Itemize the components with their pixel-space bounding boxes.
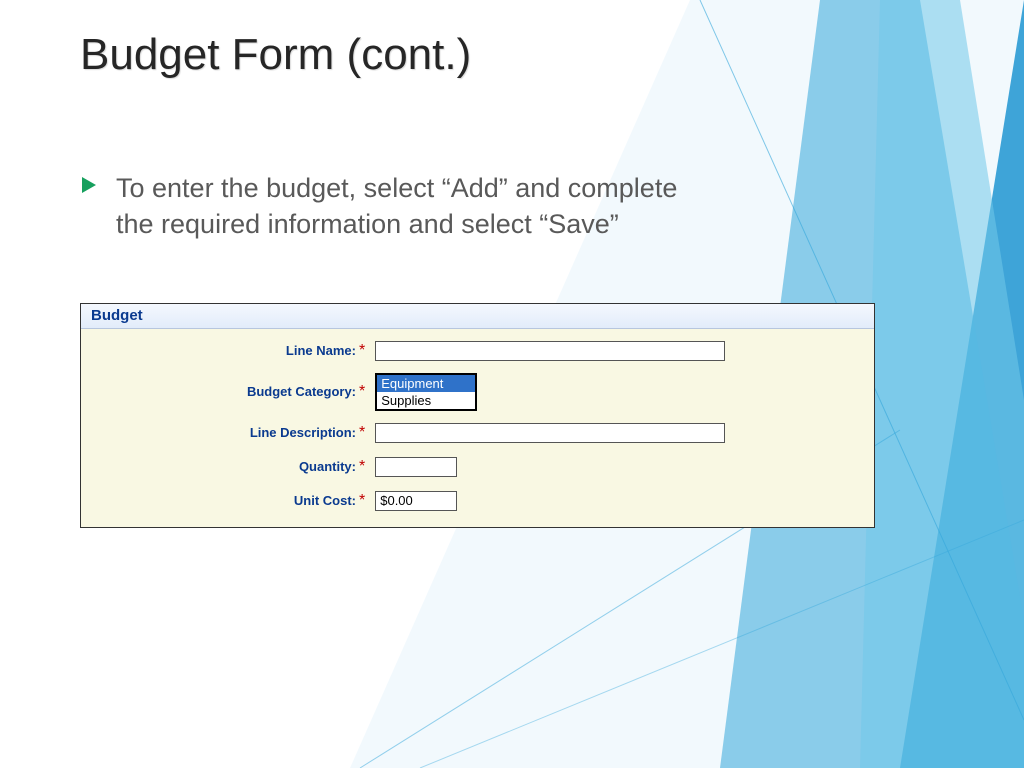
triangle-bullet-icon bbox=[80, 176, 98, 199]
unit-cost-label: Unit Cost: bbox=[101, 493, 358, 508]
required-marker: * bbox=[359, 492, 365, 510]
budget-category-select[interactable]: Equipment Supplies bbox=[375, 373, 477, 411]
required-marker: * bbox=[359, 424, 365, 442]
panel-title: Budget bbox=[81, 304, 874, 329]
unit-cost-input[interactable] bbox=[375, 491, 457, 511]
line-description-label: Line Description: bbox=[101, 425, 358, 440]
line-description-input[interactable] bbox=[375, 423, 725, 443]
bullet-text: To enter the budget, select “Add” and co… bbox=[116, 170, 716, 243]
required-marker: * bbox=[359, 458, 365, 476]
quantity-label: Quantity: bbox=[101, 459, 358, 474]
budget-form-panel: Budget Line Name: * Budget Category: * E… bbox=[80, 303, 875, 528]
line-name-input[interactable] bbox=[375, 341, 725, 361]
required-marker: * bbox=[359, 383, 365, 401]
budget-category-option[interactable]: Equipment bbox=[377, 375, 475, 392]
slide-title: Budget Form (cont.) bbox=[80, 30, 944, 80]
budget-category-label: Budget Category: bbox=[101, 384, 358, 399]
quantity-input[interactable] bbox=[375, 457, 457, 477]
bullet-item: To enter the budget, select “Add” and co… bbox=[80, 170, 944, 243]
line-name-label: Line Name: bbox=[101, 343, 358, 358]
required-marker: * bbox=[359, 342, 365, 360]
budget-category-option[interactable]: Supplies bbox=[377, 392, 475, 409]
